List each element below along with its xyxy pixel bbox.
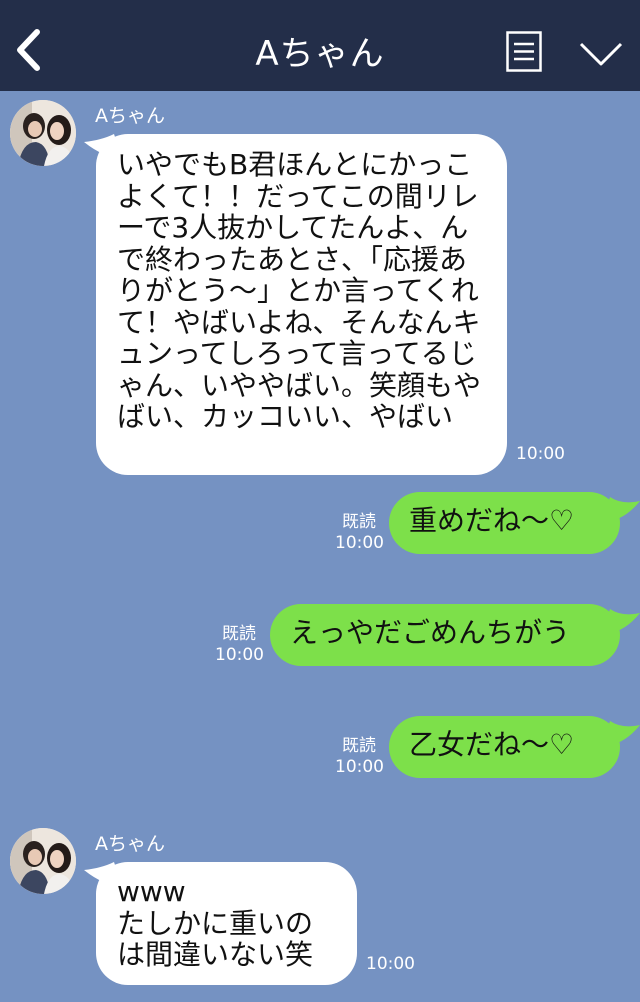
read-receipt: 既読 <box>222 624 256 644</box>
avatar-photo-icon <box>10 828 76 894</box>
menu-button[interactable] <box>506 31 542 72</box>
message-time: 10:00 <box>366 954 415 974</box>
message-time: 10:00 <box>516 444 565 464</box>
message-time: 10:00 <box>335 757 384 777</box>
message-bubble[interactable]: 乙女だね〜♡ <box>389 716 620 778</box>
message-time: 10:00 <box>215 645 264 665</box>
message-bubble[interactable]: えっやだごめんちがう <box>270 604 620 666</box>
read-receipt: 既読 <box>342 736 376 756</box>
read-receipt: 既読 <box>342 512 376 532</box>
avatar[interactable] <box>10 100 76 166</box>
chat-title: Aちゃん <box>255 34 385 74</box>
avatar-photo-icon <box>10 100 76 166</box>
chat-header: Aちゃん <box>0 0 640 91</box>
message-time: 10:00 <box>335 533 384 553</box>
message-bubble[interactable]: いやでもB君ほんとにかっこよくて！！だってこの間リレーで3人抜かしてたんよ、んで… <box>96 134 507 475</box>
message-bubble[interactable]: 重めだね〜♡ <box>389 492 620 554</box>
sender-name: Aちゃん <box>95 833 165 855</box>
avatar[interactable] <box>10 828 76 894</box>
sender-name: Aちゃん <box>95 105 165 127</box>
menu-lines-icon <box>506 31 542 72</box>
chevron-down-icon <box>579 42 623 66</box>
message-bubble[interactable]: www たしかに重いのは間違いない笑 <box>96 862 357 985</box>
collapse-button[interactable] <box>578 40 624 68</box>
